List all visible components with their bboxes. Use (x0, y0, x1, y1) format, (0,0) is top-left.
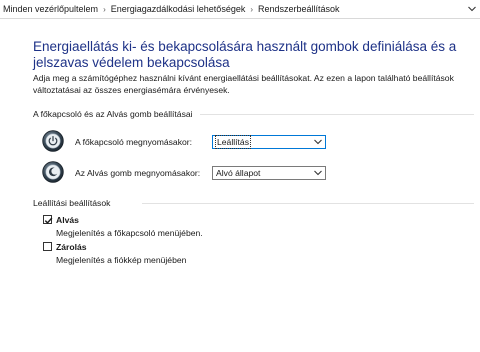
section-divider (142, 203, 474, 204)
section-title-button-settings: A főkapcsoló és az Alvás gomb beállítása… (33, 109, 193, 119)
breadcrumb-item-system-settings[interactable]: Rendszerbeállítások (258, 4, 340, 14)
sleep-option-label[interactable]: Alvás (56, 215, 79, 225)
sleep-button-icon (42, 161, 64, 183)
lock-option-description: Megjelenítés a fiókkép menüjében (56, 255, 187, 265)
page-heading-container: Energiaellátás ki- és bekapcsolására has… (33, 39, 473, 71)
sleep-button-action-select[interactable]: Alvó állapot (212, 166, 326, 180)
power-button-label: A főkapcsoló megnyomásakor: (75, 137, 193, 147)
breadcrumb-item-all-control-panel[interactable]: Minden vezérlőpultelem (3, 4, 98, 14)
chevron-down-icon (468, 6, 476, 12)
breadcrumb-separator: › (103, 4, 106, 14)
breadcrumb-item-power-options[interactable]: Energiagazdálkodási lehetőségek (111, 4, 246, 14)
address-dropdown-button[interactable] (467, 4, 477, 14)
address-bar: Minden vezérlőpultelem › Energiagazdálko… (0, 0, 480, 19)
power-button-action-value: Leállítás (214, 135, 252, 149)
page-description: Adja meg a számítógéphez használni kíván… (33, 73, 454, 95)
sleep-button-label: Az Alvás gomb megnyomásakor: (75, 168, 201, 178)
page-title: Energiaellátás ki- és bekapcsolására has… (33, 39, 457, 70)
chevron-down-icon (314, 139, 322, 145)
chevron-down-icon (314, 170, 322, 176)
breadcrumb-separator: › (250, 4, 254, 14)
lock-option-label[interactable]: Zárolás (56, 242, 87, 252)
checkmark-icon (44, 217, 53, 224)
sleep-option-description: Megjelenítés a főkapcsoló menüjében. (56, 228, 203, 238)
lock-option-checkbox[interactable] (43, 242, 52, 251)
section-divider (200, 114, 474, 115)
power-button-action-select[interactable]: Leállítás (212, 135, 326, 149)
sleep-option-checkbox[interactable] (43, 215, 53, 224)
sleep-button-action-value: Alvó állapot (216, 168, 261, 178)
section-title-shutdown-settings: Leállítási beállítások (33, 198, 111, 208)
power-button-icon (42, 130, 64, 152)
